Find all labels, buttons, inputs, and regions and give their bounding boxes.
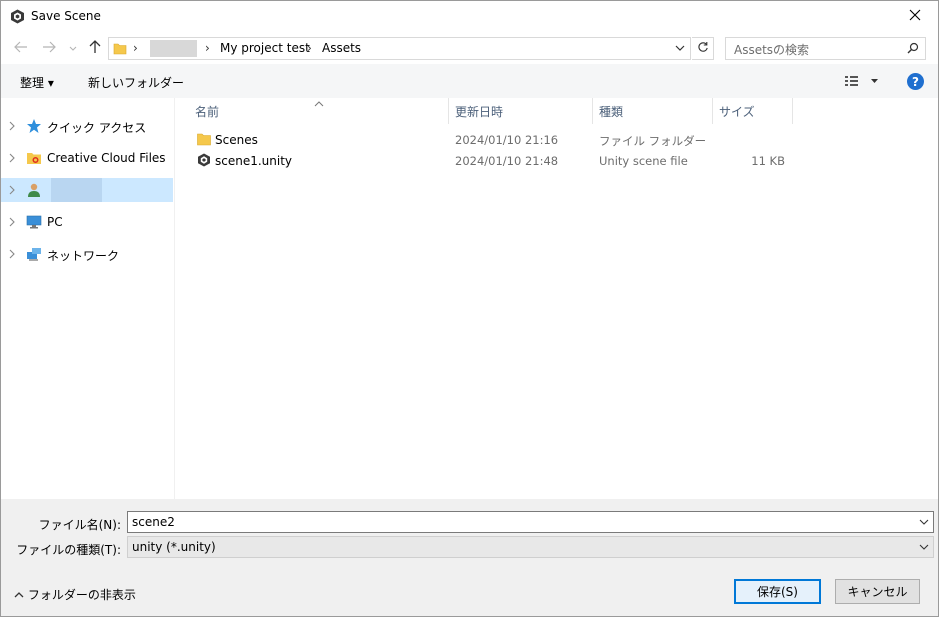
sidebar-item-label: Creative Cloud Files: [47, 151, 166, 165]
column-divider[interactable]: [448, 98, 449, 124]
sidebar-item-label: PC: [47, 215, 63, 229]
redacted-user-name: [51, 178, 102, 202]
sidebar-item-pc[interactable]: PC: [1, 210, 173, 234]
search-icon[interactable]: [907, 42, 919, 57]
sidebar-item-label: ネットワーク: [47, 249, 120, 263]
file-name: scene1.unity: [215, 154, 293, 168]
filename-field[interactable]: scene2: [127, 511, 934, 533]
sidebar-item-user[interactable]: [1, 178, 173, 202]
title-bar: Save Scene: [1, 1, 938, 32]
back-arrow-icon: [14, 41, 28, 56]
chevron-right-icon[interactable]: [8, 216, 16, 230]
chevron-down-icon[interactable]: [919, 541, 929, 556]
close-button[interactable]: [892, 1, 938, 32]
network-icon: [26, 246, 42, 262]
forward-arrow-icon: [42, 41, 56, 56]
filetype-value: unity (*.unity): [132, 540, 216, 554]
breadcrumb-separator: ›: [133, 41, 138, 55]
filetype-select[interactable]: unity (*.unity): [127, 536, 934, 558]
filename-label: ファイル名(N):: [38, 518, 121, 532]
filename-value: scene2: [132, 515, 175, 529]
help-icon[interactable]: ?: [907, 73, 924, 90]
close-icon: [909, 9, 921, 24]
sidebar-item-network[interactable]: ネットワーク: [1, 242, 173, 266]
breadcrumb-separator: ›: [205, 41, 210, 55]
file-type: ファイル フォルダー: [599, 134, 707, 148]
unity-icon: [10, 9, 25, 24]
file-row[interactable]: Scenes 2024/01/10 21:16 ファイル フォルダー: [193, 130, 793, 150]
column-divider[interactable]: [712, 98, 713, 124]
sort-ascending-icon: [314, 96, 324, 110]
new-folder-button[interactable]: 新しいフォルダー: [88, 74, 184, 91]
file-list: 名前 更新日時 種類 サイズ Scenes 2024/01/10 21:16 フ…: [176, 98, 938, 499]
breadcrumb-item[interactable]: My project test: [220, 41, 310, 55]
file-date: 2024/01/10 21:16: [455, 133, 559, 147]
save-options-panel: ファイル名(N): scene2 ファイルの種類(T): unity (*.un…: [1, 499, 938, 616]
cancel-button[interactable]: キャンセル: [835, 579, 920, 604]
search-placeholder: Assetsの検索: [734, 43, 810, 57]
breadcrumb-item[interactable]: Assets: [322, 41, 361, 55]
folder-icon: [197, 132, 211, 146]
chevron-down-icon[interactable]: [674, 41, 686, 58]
recent-locations-button[interactable]: [63, 38, 83, 58]
filetype-label: ファイルの種類(T):: [16, 543, 121, 557]
folder-icon: [113, 41, 127, 58]
refresh-icon: [697, 41, 709, 56]
star-icon: [26, 118, 42, 134]
organize-menu[interactable]: 整理 ▾: [20, 74, 54, 91]
unity-icon: [197, 153, 211, 167]
chevron-down-icon[interactable]: [919, 516, 929, 531]
sidebar-item-quick-access[interactable]: クイック アクセス: [1, 114, 173, 138]
toolbar: 整理 ▾ 新しいフォルダー ?: [1, 64, 938, 98]
column-divider[interactable]: [592, 98, 593, 124]
pc-icon: [26, 214, 42, 230]
sidebar-item-creative-cloud[interactable]: Creative Cloud Files: [1, 146, 173, 170]
chevron-right-icon[interactable]: [8, 120, 16, 134]
column-header-size[interactable]: サイズ: [719, 103, 755, 120]
column-header-date[interactable]: 更新日時: [455, 103, 503, 120]
column-header-type[interactable]: 種類: [599, 103, 623, 120]
navigation-pane: クイック アクセス Creative Cloud Files PC ネットワーク: [1, 98, 175, 499]
search-input[interactable]: Assetsの検索: [725, 37, 926, 60]
forward-button[interactable]: [39, 38, 59, 58]
chevron-right-icon[interactable]: [8, 152, 16, 166]
chevron-right-icon[interactable]: [8, 184, 16, 198]
chevron-right-icon[interactable]: [8, 248, 16, 262]
hide-folders-label: フォルダーの非表示: [27, 588, 136, 602]
hide-folders-toggle[interactable]: フォルダーの非表示: [14, 586, 136, 603]
file-name: Scenes: [215, 133, 258, 147]
sidebar-item-label: クイック アクセス: [47, 121, 147, 135]
column-divider[interactable]: [792, 98, 793, 124]
breadcrumb-separator: ›: [307, 41, 312, 55]
up-button[interactable]: [85, 38, 105, 58]
chevron-down-icon: [69, 41, 77, 55]
save-button[interactable]: 保存(S): [734, 579, 821, 604]
view-icon[interactable]: [844, 74, 880, 91]
chevron-up-icon: [14, 588, 24, 602]
address-bar[interactable]: › › My project test › Assets: [108, 37, 691, 60]
redacted-crumb: [150, 40, 197, 57]
address-row: › › My project test › Assets Assetsの検索: [1, 34, 938, 64]
window-title: Save Scene: [31, 9, 101, 23]
refresh-button[interactable]: [692, 37, 714, 60]
save-dialog: Save Scene › › My project test › Assets …: [0, 0, 939, 617]
creative-cloud-icon: [26, 150, 42, 166]
column-header-name[interactable]: 名前: [195, 103, 219, 120]
user-icon: [26, 182, 42, 198]
file-size: 11 KB: [751, 154, 785, 168]
up-arrow-icon: [89, 39, 101, 57]
file-date: 2024/01/10 21:48: [455, 154, 559, 168]
file-type: Unity scene file: [599, 154, 688, 168]
back-button[interactable]: [11, 38, 31, 58]
file-row[interactable]: scene1.unity 2024/01/10 21:48 Unity scen…: [193, 151, 793, 171]
